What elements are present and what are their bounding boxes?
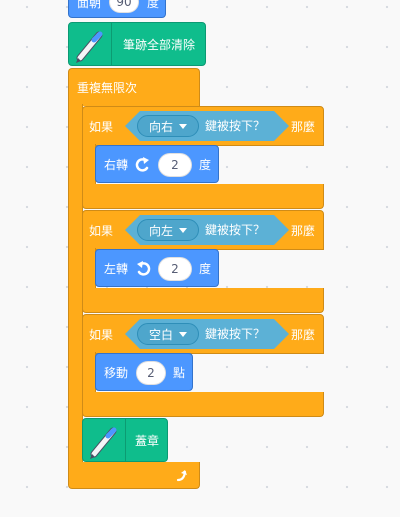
key-left-value: 向左 [148,223,173,238]
turn-right-label: 右轉 [104,158,129,172]
pen-clear-block[interactable]: 筆跡全部清除 [68,22,206,66]
pen-clear-label: 筆跡全部清除 [123,38,196,52]
key-left-pressed-label: 鍵被按下？ [205,223,266,237]
if-space-then-label: 那麼 [291,328,316,342]
key-pressed-right-condition[interactable]: 向右 鍵被按下？ [125,111,289,141]
chevron-down-icon [179,227,187,233]
if-left-arm [82,248,96,290]
turn-left-degrees-input[interactable]: 2 [158,257,192,281]
if-left-then-label: 那麼 [291,224,316,238]
key-dropdown-right[interactable]: 向右 [137,115,199,137]
if-space-arm [82,352,96,394]
chevron-down-icon [179,123,187,129]
turn-left-block[interactable]: 左轉 2 度 [95,249,219,287]
move-steps-input[interactable]: 2 [136,361,166,385]
turn-left-unit: 度 [199,262,212,276]
key-space-value: 空白 [148,327,173,342]
if-left-block[interactable]: 如果 向左 鍵被按下？ 那麼 [82,210,324,250]
if-right-arm [82,144,96,186]
key-pressed-left-condition[interactable]: 向左 鍵被按下？ [125,215,289,245]
point-direction-unit: 度 [147,0,160,10]
point-in-direction-block[interactable]: 面朝 90 度 [68,0,166,18]
pen-icon [69,23,112,65]
forever-arm [68,104,83,468]
key-dropdown-space[interactable]: 空白 [137,323,199,345]
turn-right-degrees-input[interactable]: 2 [158,153,192,177]
move-label: 移動 [104,366,129,380]
loop-arrow-icon [176,470,187,482]
if-left-bottom [82,288,324,313]
key-space-pressed-label: 鍵被按下？ [205,327,266,341]
chevron-down-icon [179,331,187,337]
if-space-block[interactable]: 如果 空白 鍵被按下？ 那麼 [82,314,324,354]
turn-left-label: 左轉 [104,262,129,276]
if-right-bottom [82,184,324,209]
if-right-then-label: 那麼 [291,120,316,134]
if-left-if-label: 如果 [89,224,114,238]
key-pressed-space-condition[interactable]: 空白 鍵被按下？ [125,319,289,349]
move-unit: 點 [173,366,186,380]
key-right-value: 向右 [148,119,173,134]
forever-label: 重複無限次 [77,81,138,95]
turn-right-unit: 度 [199,158,212,172]
move-steps-block[interactable]: 移動 2 點 [95,353,193,391]
if-right-block[interactable]: 如果 向右 鍵被按下？ 那麼 [82,106,324,146]
rotate-left-icon [137,261,151,276]
direction-input[interactable]: 90 [109,0,139,13]
key-dropdown-left[interactable]: 向左 [137,219,199,241]
stamp-label: 蓋章 [135,434,160,448]
stamp-block[interactable]: 蓋章 [82,418,168,462]
turn-right-block[interactable]: 右轉 2 度 [95,145,219,183]
point-direction-label: 面朝 [77,0,102,10]
if-right-if-label: 如果 [89,120,114,134]
rotate-right-icon [135,157,149,172]
if-space-bottom [82,392,324,417]
forever-bottom [68,462,200,489]
if-space-if-label: 如果 [89,328,114,342]
key-right-pressed-label: 鍵被按下？ [205,119,266,133]
forever-block[interactable]: 重複無限次 [68,68,200,106]
pen-icon [83,419,126,461]
